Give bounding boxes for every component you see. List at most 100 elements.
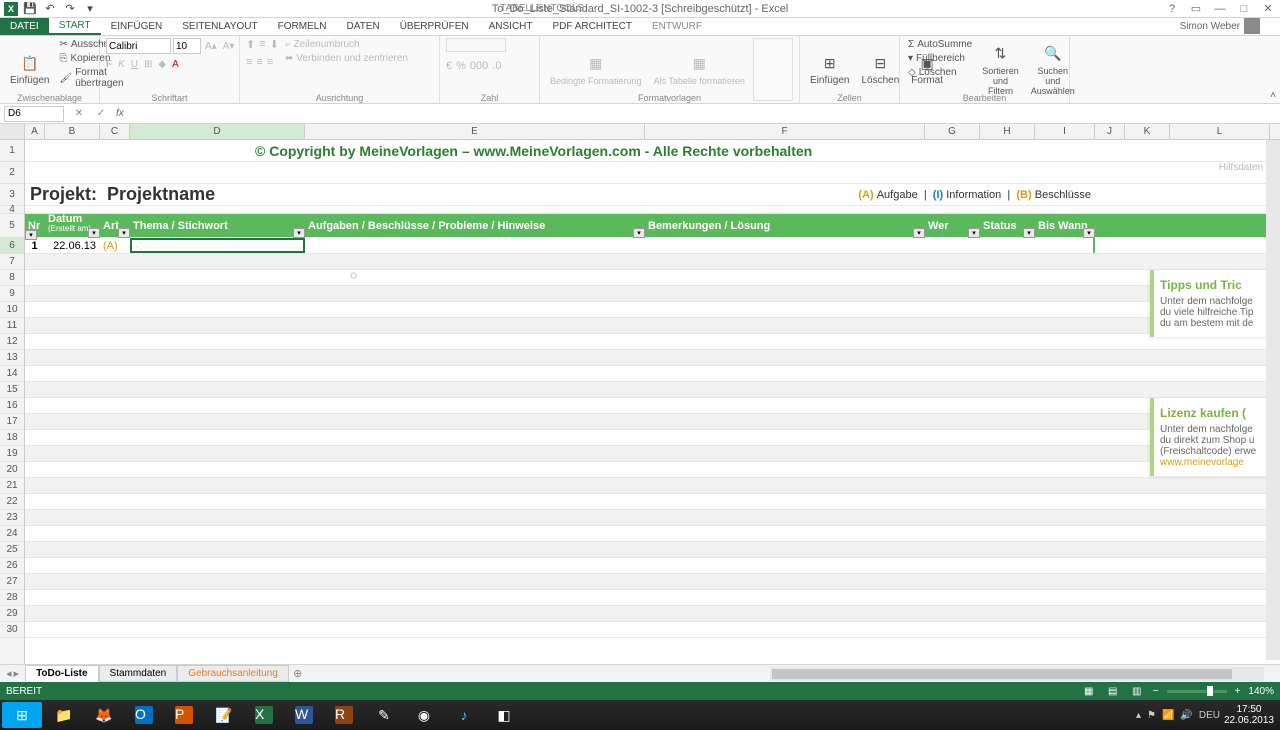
tab-formulas[interactable]: FORMELN	[268, 18, 337, 35]
zoom-slider[interactable]	[1167, 690, 1227, 693]
col-G[interactable]: G	[925, 124, 980, 139]
paste-button[interactable]: 📋Einfügen	[6, 38, 53, 101]
tab-pdf[interactable]: PDF Architect	[543, 18, 642, 35]
zoom-in-icon[interactable]: +	[1235, 686, 1241, 697]
cond-format-button[interactable]: ▦Bedingte Formatierung	[546, 38, 646, 101]
taskbar-clock[interactable]: 17:5022.06.2013	[1224, 704, 1274, 726]
cells[interactable]: © Copyright by MeineVorlagen – www.Meine…	[25, 140, 1280, 664]
font-name-select[interactable]	[106, 38, 171, 54]
row-18[interactable]: 18	[0, 430, 24, 446]
comma-icon[interactable]: 000	[470, 60, 488, 72]
filter-art-icon[interactable]: ▾	[118, 228, 130, 238]
row-8[interactable]: 8	[0, 270, 24, 286]
row-11[interactable]: 11	[0, 318, 24, 334]
col-I[interactable]: I	[1035, 124, 1095, 139]
filter-nr-icon[interactable]: ▾	[25, 230, 37, 240]
row-5[interactable]: 5	[0, 214, 24, 238]
horizontal-scrollbar[interactable]	[770, 667, 1264, 681]
row-25[interactable]: 25	[0, 542, 24, 558]
sheet-tab-stammdaten[interactable]: Stammdaten	[99, 665, 178, 682]
tab-start[interactable]: START	[49, 18, 101, 35]
cell-wer[interactable]	[925, 238, 980, 253]
row-23[interactable]: 23	[0, 510, 24, 526]
col-A[interactable]: A	[25, 124, 45, 139]
user-label[interactable]: Simon Weber	[1180, 18, 1260, 34]
data-row-1[interactable]: 1 22.06.13 (A)	[25, 238, 1280, 254]
cell-nr[interactable]: 1	[25, 238, 45, 253]
row-3[interactable]: 3	[0, 184, 24, 206]
tb-notepad-icon[interactable]: 📝	[206, 702, 242, 728]
bold-icon[interactable]: F	[106, 59, 112, 70]
tab-file[interactable]: DATEI	[0, 18, 49, 35]
currency-icon[interactable]: €	[446, 60, 452, 72]
clear-button[interactable]: ◇ Löschen	[906, 66, 974, 79]
pagebreak-view-icon[interactable]: ▥	[1129, 684, 1145, 698]
fill-color-icon[interactable]: ◆	[158, 59, 166, 70]
cell-biswann[interactable]	[1035, 238, 1095, 253]
license-link[interactable]: www.meinevorlage	[1160, 457, 1274, 468]
row-27[interactable]: 27	[0, 574, 24, 590]
maximize-icon[interactable]: □	[1232, 0, 1256, 18]
tray-network-icon[interactable]: 📶	[1162, 710, 1174, 721]
row-17[interactable]: 17	[0, 414, 24, 430]
wrap-text-button[interactable]: ⤶ Zeilenumbruch	[283, 38, 410, 51]
start-button[interactable]: ⊞	[2, 702, 42, 728]
ribbon-options-icon[interactable]: ▭	[1184, 0, 1208, 18]
cell-styles-gallery[interactable]	[753, 38, 793, 101]
row-29[interactable]: 29	[0, 606, 24, 622]
filter-datum-icon[interactable]: ▾	[88, 228, 100, 238]
cell-datum[interactable]: 22.06.13	[45, 238, 100, 253]
row-16[interactable]: 16	[0, 398, 24, 414]
align-mid-icon[interactable]: ≡	[259, 38, 265, 51]
row-15[interactable]: 15	[0, 382, 24, 398]
col-B[interactable]: B	[45, 124, 100, 139]
tray-flag-icon[interactable]: ⚑	[1147, 710, 1156, 721]
underline-icon[interactable]: U	[131, 59, 138, 70]
cell-thema-selected[interactable]	[130, 238, 305, 253]
redo-icon[interactable]: ↷	[62, 2, 78, 16]
filter-status-icon[interactable]: ▾	[1023, 228, 1035, 238]
col-L[interactable]: L	[1170, 124, 1270, 139]
row-26[interactable]: 26	[0, 558, 24, 574]
table-format-button[interactable]: ▦Als Tabelle formatieren	[650, 38, 749, 101]
tb-outlook-icon[interactable]: O	[126, 702, 162, 728]
help-icon[interactable]: ?	[1160, 0, 1184, 18]
zoom-out-icon[interactable]: −	[1153, 686, 1159, 697]
sheet-tab-anleitung[interactable]: Gebrauchsanleitung	[177, 665, 289, 682]
sheet-nav-next-icon[interactable]: ▸	[14, 667, 20, 680]
row-30[interactable]: 30	[0, 622, 24, 638]
col-H[interactable]: H	[980, 124, 1035, 139]
tray-volume-icon[interactable]: 🔊	[1180, 710, 1192, 721]
align-right-icon[interactable]: ≡	[267, 56, 273, 68]
tb-app3-icon[interactable]: ◉	[406, 702, 442, 728]
close-icon[interactable]: ✕	[1256, 0, 1280, 18]
row-6[interactable]: 6	[0, 238, 24, 254]
save-icon[interactable]: 💾	[22, 2, 38, 16]
pagelayout-view-icon[interactable]: ▤	[1105, 684, 1121, 698]
row-4[interactable]: 4	[0, 206, 24, 214]
col-E[interactable]: E	[305, 124, 645, 139]
tb-explorer-icon[interactable]: 📁	[46, 702, 82, 728]
cell-bemerk[interactable]	[645, 238, 925, 253]
tb-powerpoint-icon[interactable]: P	[166, 702, 202, 728]
filter-biswann-icon[interactable]: ▾	[1083, 228, 1095, 238]
row-2[interactable]: 2	[0, 162, 24, 184]
insert-cells-button[interactable]: ⊞Einfügen	[806, 38, 853, 101]
align-left-icon[interactable]: ≡	[246, 56, 252, 68]
sheet-nav-prev-icon[interactable]: ◂	[6, 667, 12, 680]
tb-app2-icon[interactable]: ✎	[366, 702, 402, 728]
undo-icon[interactable]: ↶	[42, 2, 58, 16]
name-box[interactable]: D6	[4, 106, 64, 122]
sheet-tab-todo[interactable]: ToDo-Liste	[25, 665, 98, 682]
row-24[interactable]: 24	[0, 526, 24, 542]
tab-data[interactable]: DATEN	[337, 18, 390, 35]
row-19[interactable]: 19	[0, 446, 24, 462]
merge-button[interactable]: ⬌ Verbinden und zentrieren	[283, 52, 410, 65]
percent-icon[interactable]: %	[456, 60, 466, 72]
shrink-font-icon[interactable]: A▾	[221, 38, 237, 54]
tab-design[interactable]: ENTWURF	[642, 18, 712, 35]
autosum-button[interactable]: Σ AutoSumme	[906, 38, 974, 51]
row-10[interactable]: 10	[0, 302, 24, 318]
collapse-ribbon-icon[interactable]: ˄	[1270, 90, 1276, 101]
col-F[interactable]: F	[645, 124, 925, 139]
